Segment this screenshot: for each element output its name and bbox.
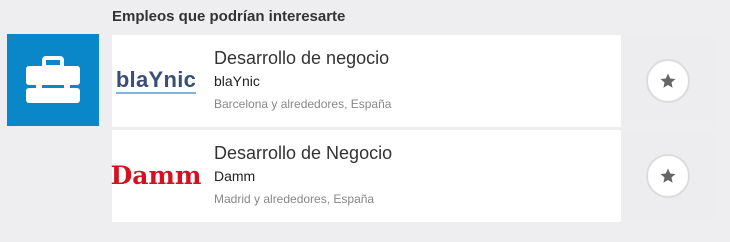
star-icon — [660, 73, 675, 88]
blaynic-logo: blaYnic — [115, 67, 197, 94]
job-location: Barcelona y alrededores, España — [214, 97, 392, 111]
company-name[interactable]: blaYnic — [214, 73, 260, 89]
job-actions — [621, 130, 714, 222]
job-title-link[interactable]: Desarrollo de negocio — [214, 48, 389, 69]
company-name[interactable]: Damm — [214, 168, 255, 184]
star-icon — [660, 168, 675, 183]
save-job-button[interactable] — [645, 59, 690, 103]
job-card[interactable]: Damm Desarrollo de Negocio Damm Madrid y… — [110, 130, 714, 222]
save-job-button[interactable] — [645, 154, 690, 198]
job-title-link[interactable]: Desarrollo de Negocio — [214, 143, 392, 164]
briefcase-icon — [26, 56, 80, 103]
company-logo[interactable]: Damm — [110, 130, 202, 222]
damm-logo: Damm — [110, 161, 202, 190]
job-card[interactable]: blaYnic Desarrollo de negocio blaYnic Ba… — [112, 35, 714, 127]
section-title: Empleos que podrían interesarte — [112, 8, 346, 25]
company-logo[interactable]: blaYnic — [112, 35, 200, 127]
jobs-icon-tile — [7, 34, 99, 126]
job-location: Madrid y alrededores, España — [214, 192, 375, 206]
job-actions — [621, 35, 714, 127]
